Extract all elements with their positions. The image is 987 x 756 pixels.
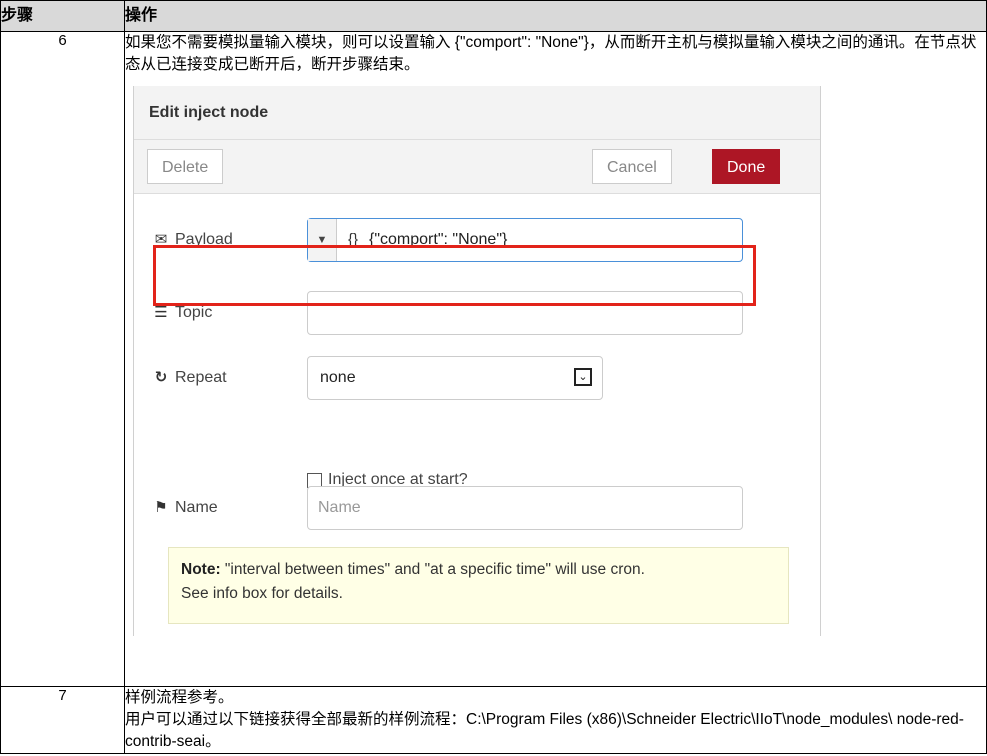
name-label: ⚑ Name xyxy=(152,486,217,530)
step-text: 如果您不需要模拟量输入模块，则可以设置输入 {"comport": "None"… xyxy=(125,34,977,73)
note-text: "interval between times" and "at a speci… xyxy=(220,561,645,578)
dialog-toolbar: Delete Cancel Done xyxy=(134,140,820,194)
edit-inject-node-dialog: Edit inject node Delete Cancel Done ✉ Pa… xyxy=(133,86,821,636)
note-bold: Note: xyxy=(181,561,221,578)
done-button[interactable]: Done xyxy=(712,149,781,184)
step-text-line1: 样例流程参考。 xyxy=(125,689,234,706)
step-description: 样例流程参考。 用户可以通过以下链接获得全部最新的样例流程：C:\Program… xyxy=(124,686,987,754)
repeat-label: ↻ Repeat xyxy=(152,356,227,400)
note-line1: Note: "interval between times" and "at a… xyxy=(181,558,776,582)
tag-icon: ⚑ xyxy=(154,499,168,516)
delete-button[interactable]: Delete xyxy=(147,149,224,184)
name-input[interactable]: Name xyxy=(307,486,743,530)
cancel-button[interactable]: Cancel xyxy=(592,149,672,184)
table-header-row: 步骤 操作 xyxy=(0,0,987,32)
cron-note: Note: "interval between times" and "at a… xyxy=(168,547,789,624)
header-operation: 操作 xyxy=(124,0,987,32)
step-number: 6 xyxy=(0,31,125,687)
step-text-line2: 用户可以通过以下链接获得全部最新的样例流程：C:\Program Files (… xyxy=(125,711,964,750)
chevron-down-icon[interactable]: ⌄ xyxy=(574,368,592,386)
name-row: ⚑ Name Name xyxy=(152,486,812,530)
repeat-value: none xyxy=(320,369,356,386)
header-step: 步骤 xyxy=(0,0,125,32)
payload-highlight-box xyxy=(153,245,756,306)
dialog-title: Edit inject node xyxy=(134,86,820,140)
repeat-select[interactable]: none ⌄ xyxy=(307,356,603,400)
step-number: 7 xyxy=(0,686,125,754)
table-row: 7 样例流程参考。 用户可以通过以下链接获得全部最新的样例流程：C:\Progr… xyxy=(0,686,987,754)
repeat-row: ↻ Repeat none ⌄ xyxy=(152,356,812,400)
refresh-icon: ↻ xyxy=(154,369,168,386)
note-line2: See info box for details. xyxy=(181,585,343,602)
